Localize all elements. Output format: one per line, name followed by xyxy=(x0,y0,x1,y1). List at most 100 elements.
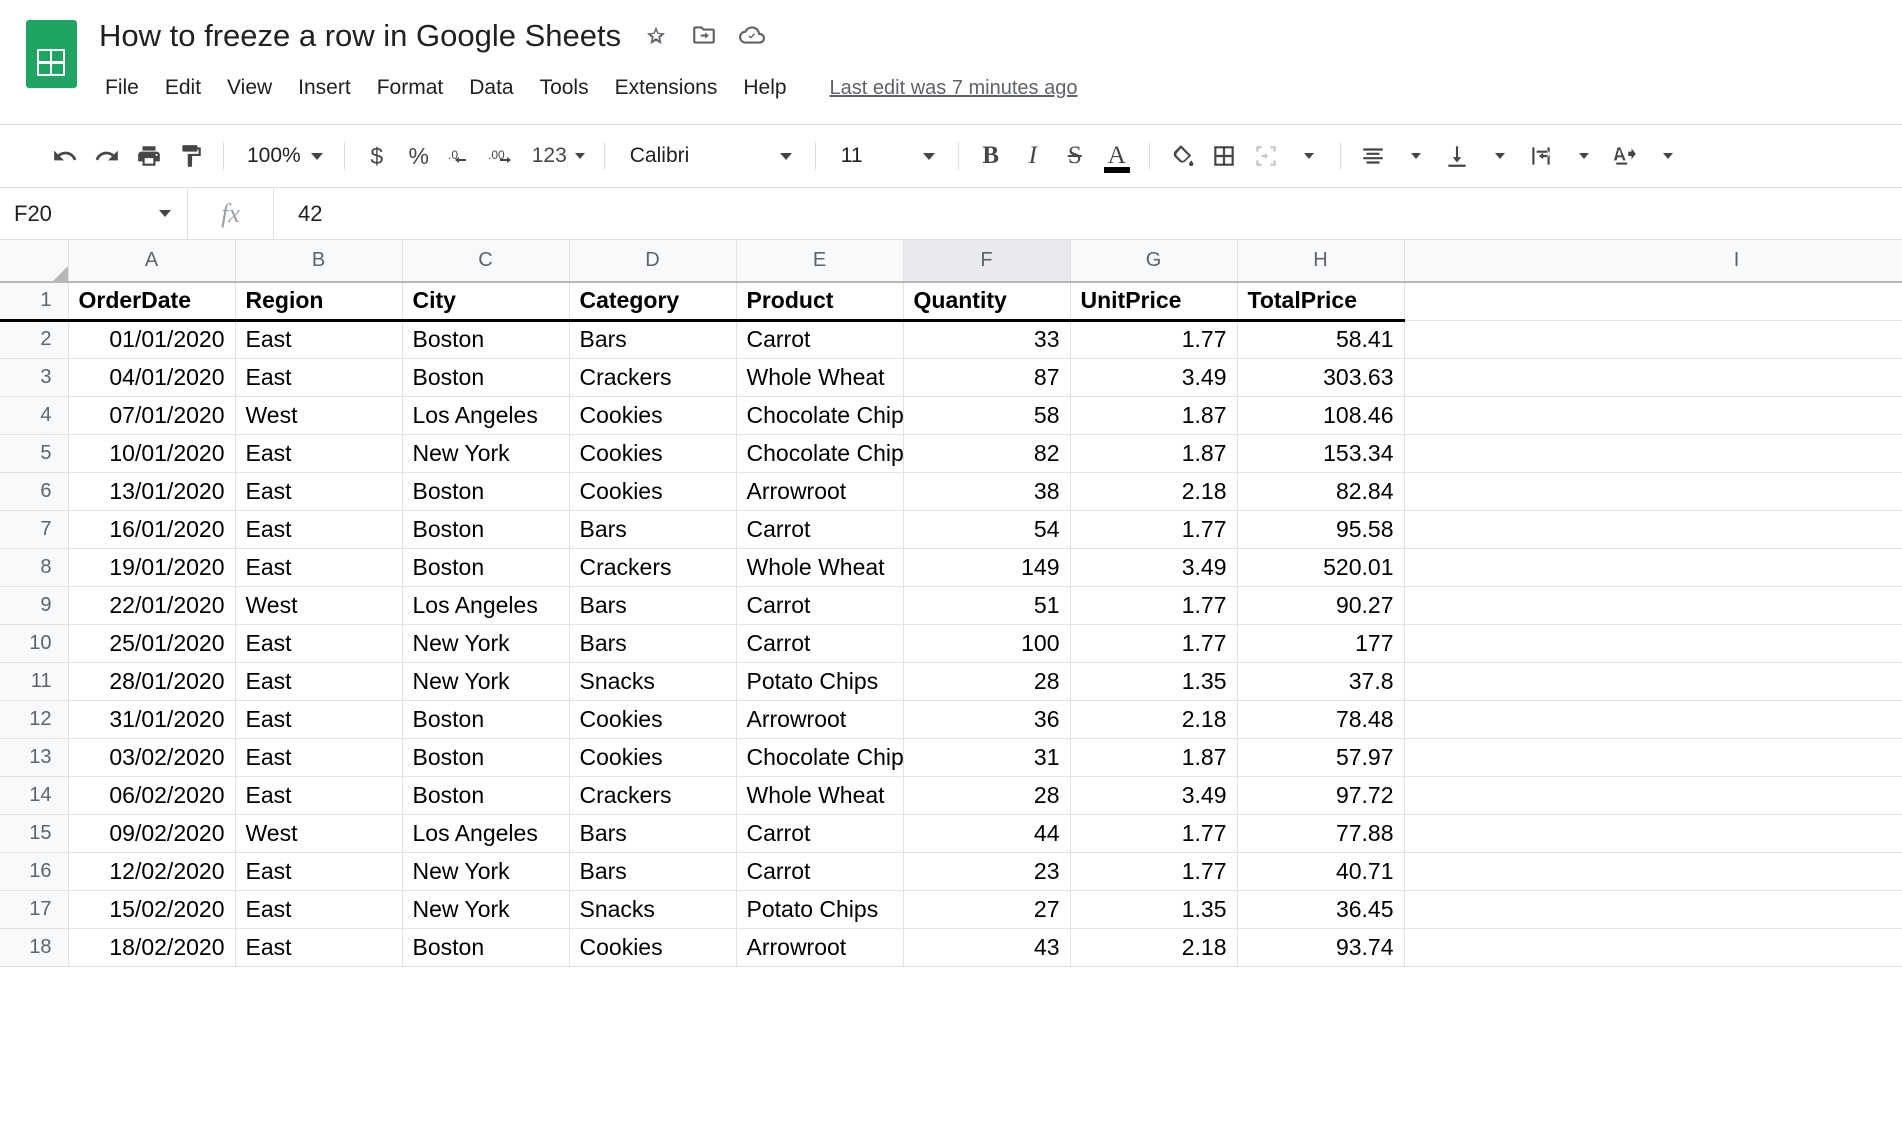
header-cell[interactable]: City xyxy=(402,282,570,322)
data-cell[interactable]: 40.71 xyxy=(1237,852,1405,891)
header-cell[interactable]: Product xyxy=(736,282,904,322)
star-icon[interactable] xyxy=(643,22,669,48)
menu-item-data[interactable]: Data xyxy=(456,72,526,104)
data-cell[interactable]: 38 xyxy=(903,472,1071,511)
data-cell[interactable]: 3.49 xyxy=(1070,548,1238,587)
empty-cell[interactable] xyxy=(1404,548,1902,587)
data-cell[interactable]: Cookies xyxy=(569,434,737,473)
row-header[interactable]: 16 xyxy=(0,852,69,891)
data-cell[interactable]: West xyxy=(235,586,403,625)
column-header-b[interactable]: B xyxy=(235,240,403,283)
data-cell[interactable]: Boston xyxy=(402,700,570,739)
text-rotation-chevron-icon[interactable] xyxy=(1646,135,1688,177)
row-header[interactable]: 12 xyxy=(0,700,69,739)
horizontal-align-icon[interactable] xyxy=(1352,135,1394,177)
data-cell[interactable]: Cookies xyxy=(569,700,737,739)
data-cell[interactable]: 100 xyxy=(903,624,1071,663)
row-header[interactable]: 4 xyxy=(0,396,69,435)
data-cell[interactable]: 04/01/2020 xyxy=(68,358,236,397)
fill-color-icon[interactable] xyxy=(1161,135,1203,177)
data-cell[interactable]: 31/01/2020 xyxy=(68,700,236,739)
data-cell[interactable]: 54 xyxy=(903,510,1071,549)
data-cell[interactable]: 12/02/2020 xyxy=(68,852,236,891)
data-cell[interactable]: East xyxy=(235,434,403,473)
data-cell[interactable]: Los Angeles xyxy=(402,396,570,435)
data-cell[interactable]: East xyxy=(235,548,403,587)
data-cell[interactable]: East xyxy=(235,472,403,511)
data-cell[interactable]: 3.49 xyxy=(1070,358,1238,397)
data-cell[interactable]: 28/01/2020 xyxy=(68,662,236,701)
data-cell[interactable]: 1.77 xyxy=(1070,852,1238,891)
data-cell[interactable]: 44 xyxy=(903,814,1071,853)
data-cell[interactable]: New York xyxy=(402,624,570,663)
data-cell[interactable]: East xyxy=(235,890,403,929)
data-cell[interactable]: New York xyxy=(402,890,570,929)
number-format-selector[interactable]: 123 xyxy=(524,135,593,177)
data-cell[interactable]: 520.01 xyxy=(1237,548,1405,587)
data-cell[interactable]: Boston xyxy=(402,358,570,397)
data-cell[interactable]: 22/01/2020 xyxy=(68,586,236,625)
row-header[interactable]: 17 xyxy=(0,890,69,929)
data-cell[interactable]: Crackers xyxy=(569,776,737,815)
data-cell[interactable]: 27 xyxy=(903,890,1071,929)
data-cell[interactable]: Cookies xyxy=(569,928,737,967)
menu-item-view[interactable]: View xyxy=(214,72,285,104)
data-cell[interactable]: Cookies xyxy=(569,472,737,511)
data-cell[interactable]: Carrot xyxy=(736,624,904,663)
bold-button[interactable]: B xyxy=(970,135,1012,177)
data-cell[interactable]: East xyxy=(235,776,403,815)
row-header[interactable]: 15 xyxy=(0,814,69,853)
data-cell[interactable]: 23 xyxy=(903,852,1071,891)
row-header[interactable]: 9 xyxy=(0,586,69,625)
row-header[interactable]: 7 xyxy=(0,510,69,549)
data-cell[interactable]: 108.46 xyxy=(1237,396,1405,435)
data-cell[interactable]: 10/01/2020 xyxy=(68,434,236,473)
data-cell[interactable]: 95.58 xyxy=(1237,510,1405,549)
menu-item-file[interactable]: File xyxy=(99,72,152,104)
merge-cells-chevron-icon[interactable] xyxy=(1287,135,1329,177)
data-cell[interactable]: 36.45 xyxy=(1237,890,1405,929)
header-cell[interactable]: Region xyxy=(235,282,403,322)
data-cell[interactable]: 82.84 xyxy=(1237,472,1405,511)
data-cell[interactable]: East xyxy=(235,624,403,663)
data-cell[interactable]: Carrot xyxy=(736,320,904,359)
data-cell[interactable]: 1.77 xyxy=(1070,510,1238,549)
data-cell[interactable]: 01/01/2020 xyxy=(68,320,236,359)
data-cell[interactable]: Bars xyxy=(569,510,737,549)
header-cell[interactable]: OrderDate xyxy=(68,282,236,322)
vertical-align-chevron-icon[interactable] xyxy=(1478,135,1520,177)
row-header[interactable]: 14 xyxy=(0,776,69,815)
empty-cell[interactable] xyxy=(1404,928,1902,967)
data-cell[interactable]: Boston xyxy=(402,510,570,549)
column-header-i[interactable]: I xyxy=(1404,240,1902,283)
text-wrap-icon[interactable] xyxy=(1520,135,1562,177)
data-cell[interactable]: 97.72 xyxy=(1237,776,1405,815)
empty-cell[interactable] xyxy=(1404,814,1902,853)
data-cell[interactable]: 43 xyxy=(903,928,1071,967)
data-cell[interactable]: 1.77 xyxy=(1070,814,1238,853)
menu-item-edit[interactable]: Edit xyxy=(152,72,214,104)
empty-cell[interactable] xyxy=(1404,434,1902,473)
page-title[interactable]: How to freeze a row in Google Sheets xyxy=(99,18,643,54)
data-cell[interactable]: East xyxy=(235,700,403,739)
row-header[interactable]: 2 xyxy=(0,320,69,359)
data-cell[interactable]: 15/02/2020 xyxy=(68,890,236,929)
borders-icon[interactable] xyxy=(1203,135,1245,177)
last-edit-status[interactable]: Last edit was 7 minutes ago xyxy=(830,77,1078,100)
row-header[interactable]: 8 xyxy=(0,548,69,587)
data-cell[interactable]: Carrot xyxy=(736,852,904,891)
data-cell[interactable]: 06/02/2020 xyxy=(68,776,236,815)
empty-cell[interactable] xyxy=(1404,396,1902,435)
data-cell[interactable]: Boston xyxy=(402,548,570,587)
data-cell[interactable]: 1.77 xyxy=(1070,320,1238,359)
data-cell[interactable]: 77.88 xyxy=(1237,814,1405,853)
select-all-corner[interactable] xyxy=(0,240,69,283)
data-cell[interactable]: 1.87 xyxy=(1070,738,1238,777)
empty-cell[interactable] xyxy=(1404,320,1902,359)
data-cell[interactable]: Whole Wheat xyxy=(736,358,904,397)
data-cell[interactable]: Chocolate Chip xyxy=(736,396,904,435)
data-cell[interactable]: 149 xyxy=(903,548,1071,587)
header-cell[interactable]: Quantity xyxy=(903,282,1071,322)
header-cell[interactable]: UnitPrice xyxy=(1070,282,1238,322)
data-cell[interactable]: 1.35 xyxy=(1070,662,1238,701)
